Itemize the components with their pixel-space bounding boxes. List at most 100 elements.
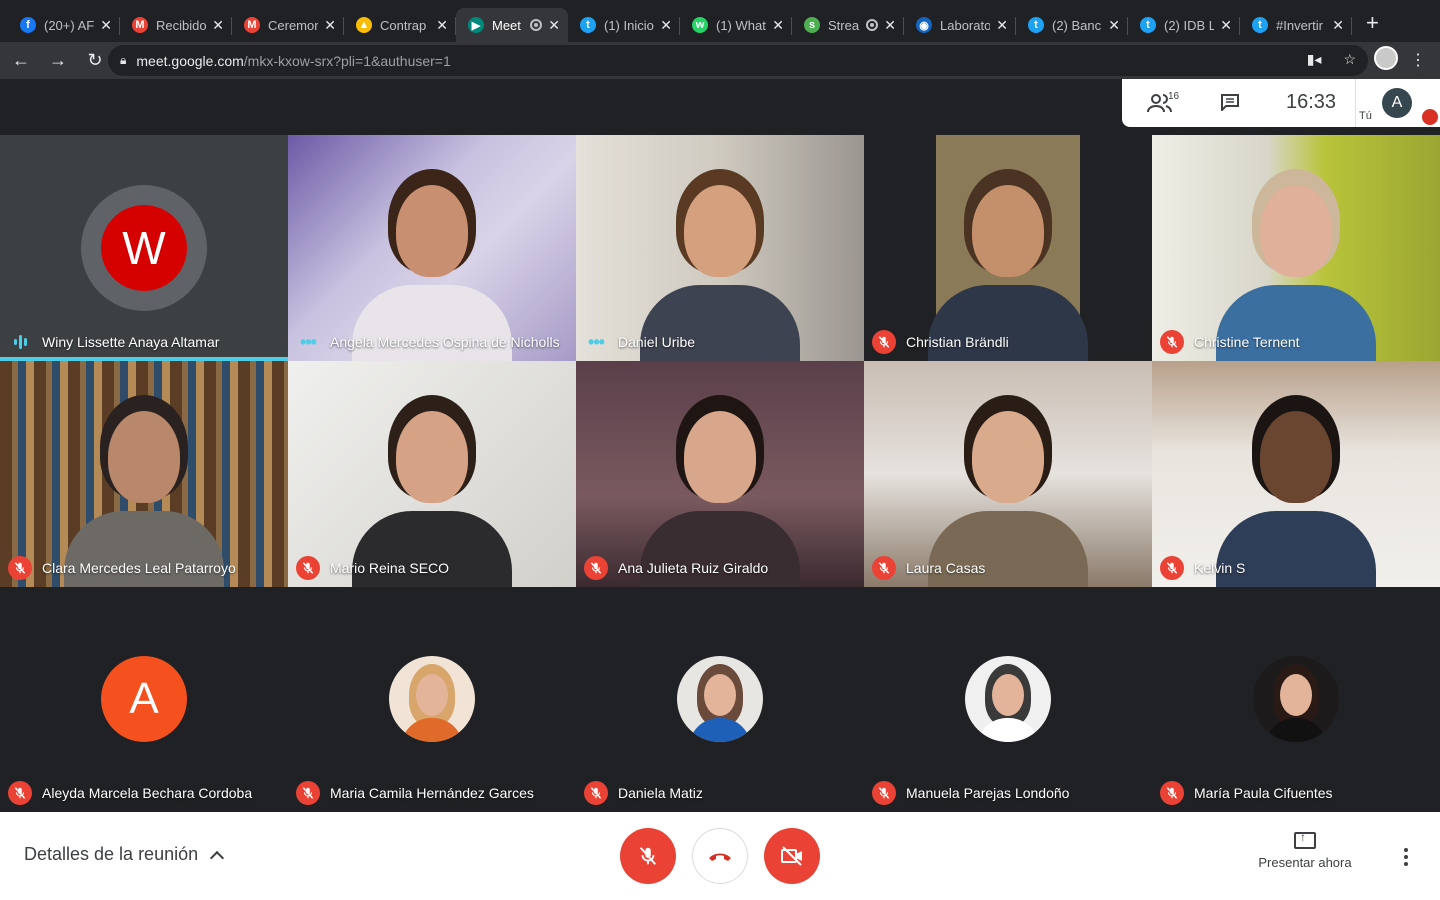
mic-off-icon [872,330,896,354]
meeting-info-panel: 16 16:33 A Tú [1122,79,1440,127]
participant-nameplate: Kelvin S [1160,556,1245,580]
tab-title: Meet [492,17,521,33]
mic-off-icon [1160,781,1184,805]
browser-tab[interactable]: w (1) What ✕ [680,8,792,42]
browser-tab[interactable]: M Recibido ✕ [120,8,232,42]
mic-off-icon [1160,556,1184,580]
close-tab-icon[interactable]: ✕ [1332,17,1344,34]
avatar-body [689,718,751,742]
participant-nameplate: Laura Casas [872,556,985,580]
lock-icon[interactable]: 🔒︎ [120,53,126,68]
leave-call-button[interactable] [692,828,748,884]
participant-face [972,411,1044,503]
self-avatar[interactable]: A [1382,88,1412,118]
close-tab-icon[interactable]: ✕ [884,17,896,34]
browser-tab[interactable]: t (1) Inicio ✕ [568,8,680,42]
browser-tab[interactable]: ▲ Contrap ✕ [344,8,456,42]
participant-tile[interactable]: Christian Brändli [864,135,1152,361]
participant-nameplate: Ana Julieta Ruiz Giraldo [584,556,768,580]
avatar-face [416,674,448,716]
participant-tile[interactable]: Ana Julieta Ruiz Giraldo [576,361,864,587]
close-tab-icon[interactable]: ✕ [100,17,112,34]
close-tab-icon[interactable]: ✕ [548,17,560,34]
browser-tab[interactable]: M Ceremon ✕ [232,8,344,42]
participant-tile[interactable]: ••• Daniel Uribe [576,135,864,361]
back-icon[interactable]: ← [5,45,37,77]
meeting-details-label: Detalles de la reunión [24,844,199,864]
hang-up-icon [709,853,731,861]
tab-title: Laborato [940,17,991,33]
participant-tile[interactable]: W Winy Lissette Anaya Altamar [0,135,288,361]
close-tab-icon[interactable]: ✕ [212,17,224,34]
meeting-details-toggle[interactable]: Detalles de la reunión [24,844,225,865]
audio-idle-icon: ••• [300,331,317,352]
participant-tile[interactable]: Daniela Matiz [576,587,864,812]
new-tab-button[interactable]: + [1366,10,1379,36]
close-tab-icon[interactable]: ✕ [324,17,336,34]
camera-off-icon [781,846,802,866]
mic-off-icon [584,781,608,805]
browser-tab[interactable]: ▶ Meet ✕ [456,8,568,42]
forward-icon[interactable]: → [42,45,74,77]
participant-tile[interactable]: Manuela Parejas Londoño [864,587,1152,812]
participant-nameplate: ••• Daniel Uribe [584,331,695,353]
close-tab-icon[interactable]: ✕ [1220,17,1232,34]
close-tab-icon[interactable]: ✕ [772,17,784,34]
browser-tab[interactable]: t (2) Banc ✕ [1016,8,1128,42]
twitter-icon: t [1028,17,1044,33]
mic-off-icon [872,556,896,580]
chevron-up-icon [210,850,225,865]
profile-avatar[interactable] [1374,46,1398,70]
avatar [965,656,1051,742]
tab-title: Ceremon [268,17,319,33]
twitter-icon: t [1252,17,1268,33]
present-now-label: Presentar ahora [1258,855,1352,870]
tab-title: Recibido [156,17,207,33]
mic-off-icon [872,781,896,805]
participant-tile[interactable]: A Aleyda Marcela Bechara Cordoba [0,587,288,812]
whatsapp-icon: w [692,17,708,33]
tab-title: (20+) AF [44,17,95,33]
close-tab-icon[interactable]: ✕ [436,17,448,34]
browser-menu-icon[interactable]: ⋮ [1410,50,1426,70]
browser-tab[interactable]: f (20+) AF ✕ [8,8,120,42]
camera-in-use-icon[interactable]: ▮◂ [1307,51,1322,68]
participant-tile[interactable]: Laura Casas [864,361,1152,587]
participant-nameplate: María Paula Cifuentes [1160,781,1333,805]
browser-toolbar: ← → ↻ 🔒︎ meet.google.com/mkx-kxow-srx?pl… [0,42,1440,79]
streamyard-icon: s [804,17,820,33]
browser-tab[interactable]: t #Invertir ✕ [1240,8,1352,42]
close-tab-icon[interactable]: ✕ [1108,17,1120,34]
reload-icon[interactable]: ↻ [79,45,111,77]
avatar-body [977,718,1039,742]
participant-tile[interactable]: Christine Ternent [1152,135,1440,361]
browser-tab[interactable]: s Strea ✕ [792,8,904,42]
participant-name: Daniela Matiz [618,785,703,801]
mic-toggle-button[interactable] [620,828,676,884]
participant-tile[interactable]: Kelvin S [1152,361,1440,587]
avatar: W [81,185,207,311]
participant-tile[interactable]: María Paula Cifuentes [1152,587,1440,812]
participant-nameplate: ••• Angela Mercedes Ospina de Nicholls [296,331,560,353]
avatar-body [1265,718,1327,742]
close-tab-icon[interactable]: ✕ [660,17,672,34]
present-now-button[interactable]: Presentar ahora [1250,830,1360,870]
chat-icon[interactable] [1220,93,1240,111]
divider [1355,79,1356,127]
more-options-icon[interactable] [1404,848,1408,866]
browser-tab[interactable]: ◉ Laborato ✕ [904,8,1016,42]
bookmark-star-icon[interactable]: ☆ [1343,51,1356,68]
browser-tab[interactable]: t (2) IDB L ✕ [1128,8,1240,42]
address-bar[interactable]: 🔒︎ meet.google.com/mkx-kxow-srx?pli=1&au… [108,45,1368,76]
camera-toggle-button[interactable] [764,828,820,884]
close-tab-icon[interactable]: ✕ [996,17,1008,34]
participant-tile[interactable]: Clara Mercedes Leal Patarroyo [0,361,288,587]
mic-off-icon [1160,330,1184,354]
lab-icon: ◉ [916,17,932,33]
mic-off-icon [8,556,32,580]
self-label: Tú [1359,110,1372,122]
participant-tile[interactable]: Mario Reina SECO [288,361,576,587]
participant-nameplate: Manuela Parejas Londoño [872,781,1069,805]
participant-tile[interactable]: Maria Camila Hernández Garces [288,587,576,812]
participant-tile[interactable]: ••• Angela Mercedes Ospina de Nicholls [288,135,576,361]
